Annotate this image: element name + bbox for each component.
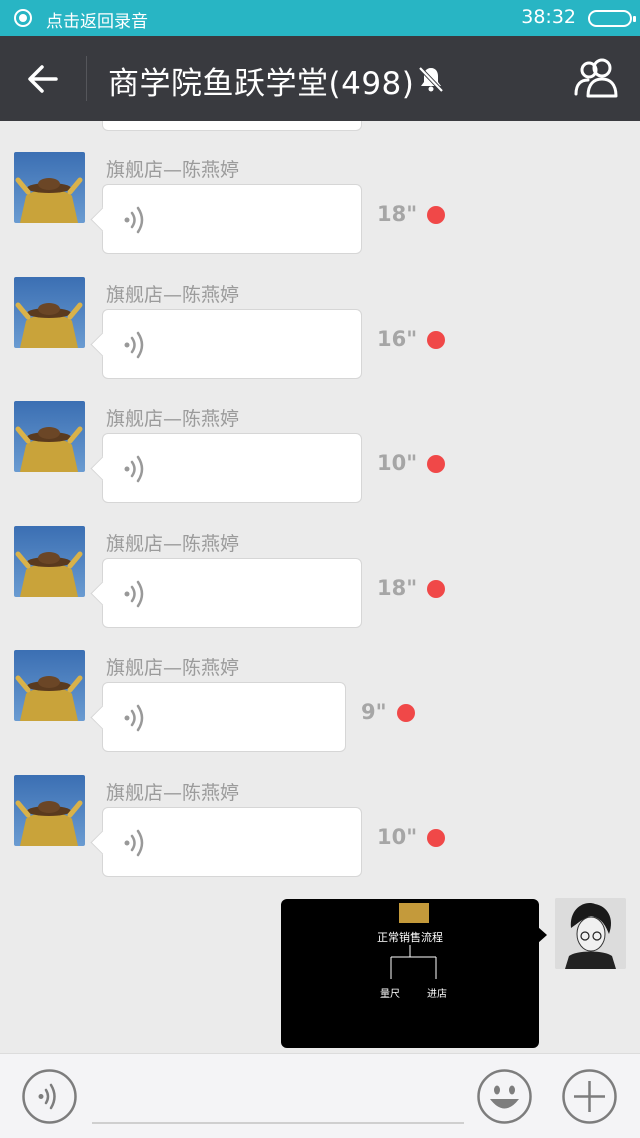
chat-header: 商学院鱼跃学堂(498) xyxy=(0,36,640,121)
voice-bubble[interactable] xyxy=(102,558,362,628)
sender-name: 旗舰店—陈燕婷 xyxy=(106,159,240,181)
voice-bubble[interactable] xyxy=(102,433,362,503)
voice-message: 旗舰店—陈燕婷 18" xyxy=(0,526,640,651)
voice-wave-icon xyxy=(124,829,144,857)
sender-name: 旗舰店—陈燕婷 xyxy=(106,284,240,306)
return-to-recording-text[interactable]: 点击返回录音 xyxy=(46,7,148,32)
self-avatar-image xyxy=(555,898,626,969)
unread-indicator xyxy=(427,206,445,224)
sender-name: 旗舰店—陈燕婷 xyxy=(106,782,240,804)
plus-icon xyxy=(562,1069,617,1124)
sender-avatar-image xyxy=(14,277,85,348)
voice-bubble[interactable] xyxy=(102,309,362,379)
image-message[interactable]: 正常销售流程 量尺 进店 xyxy=(281,899,547,1048)
self-avatar[interactable] xyxy=(555,898,626,969)
voice-bubble[interactable] xyxy=(102,682,346,752)
group-members-button[interactable] xyxy=(572,56,624,100)
voice-wave-icon xyxy=(124,704,144,732)
emoji-button[interactable] xyxy=(476,1068,533,1125)
unread-indicator xyxy=(427,331,445,349)
voice-duration: 9" xyxy=(361,700,387,724)
mute-bell-icon xyxy=(418,66,444,93)
partial-voice-bubble[interactable] xyxy=(102,121,362,131)
voice-duration: 10" xyxy=(377,451,418,475)
avatar[interactable] xyxy=(14,775,85,846)
flowchart-connectors xyxy=(390,945,437,979)
message-text-input[interactable] xyxy=(92,1064,464,1124)
voice-bubble[interactable] xyxy=(102,807,362,877)
voice-input-toggle-button[interactable] xyxy=(21,1068,78,1125)
avatar[interactable] xyxy=(14,152,85,223)
avatar[interactable] xyxy=(14,526,85,597)
sender-name: 旗舰店—陈燕婷 xyxy=(106,408,240,430)
battery-icon xyxy=(588,10,636,27)
voice-message: 旗舰店—陈燕婷 18" xyxy=(0,152,640,277)
sender-avatar-image xyxy=(14,775,85,846)
voice-wave-icon xyxy=(124,206,144,234)
status-bar: 点击返回录音 38:32 xyxy=(0,0,640,36)
avatar[interactable] xyxy=(14,401,85,472)
voice-message: 旗舰店—陈燕婷 9" xyxy=(0,650,640,775)
avatar[interactable] xyxy=(14,277,85,348)
unread-indicator xyxy=(397,704,415,722)
unread-indicator xyxy=(427,455,445,473)
voice-wave-icon xyxy=(124,580,144,608)
flowchart-branch-left: 量尺 xyxy=(380,989,400,1000)
more-options-button[interactable] xyxy=(561,1068,618,1125)
voice-duration: 16" xyxy=(377,327,418,351)
voice-wave-icon xyxy=(124,455,144,483)
voice-message: 旗舰店—陈燕婷 10" xyxy=(0,401,640,526)
sender-avatar-image xyxy=(14,650,85,721)
header-divider xyxy=(86,56,87,101)
arrow-left-icon xyxy=(28,65,58,93)
voice-message: 旗舰店—陈燕婷 10" xyxy=(0,775,640,900)
sender-avatar-image xyxy=(14,152,85,223)
unread-indicator xyxy=(427,829,445,847)
group-chat-title: 商学院鱼跃学堂(498) xyxy=(108,66,415,102)
sender-avatar-image xyxy=(14,526,85,597)
flowchart-branch-right: 进店 xyxy=(427,989,447,1000)
chat-message-list[interactable]: 旗舰店—陈燕婷 18" 旗舰店—陈燕婷 16" 旗舰店—陈燕婷 10" 旗舰店—… xyxy=(0,121,640,1053)
recording-icon[interactable] xyxy=(14,9,32,27)
sender-name: 旗舰店—陈燕婷 xyxy=(106,533,240,555)
voice-message: 旗舰店—陈燕婷 16" xyxy=(0,277,640,402)
chat-input-bar xyxy=(0,1053,640,1138)
voice-bubble[interactable] xyxy=(102,184,362,254)
voice-duration: 18" xyxy=(377,202,418,226)
sender-avatar-image xyxy=(14,401,85,472)
voice-duration: 10" xyxy=(377,825,418,849)
unread-indicator xyxy=(427,580,445,598)
voice-wave-icon xyxy=(124,331,144,359)
sender-name: 旗舰店—陈燕婷 xyxy=(106,657,240,679)
voice-icon xyxy=(22,1069,77,1124)
people-icon xyxy=(574,58,618,98)
smiley-icon xyxy=(477,1069,532,1124)
clock: 38:32 xyxy=(521,6,576,28)
avatar[interactable] xyxy=(14,650,85,721)
voice-duration: 18" xyxy=(377,576,418,600)
back-button[interactable] xyxy=(18,54,68,104)
